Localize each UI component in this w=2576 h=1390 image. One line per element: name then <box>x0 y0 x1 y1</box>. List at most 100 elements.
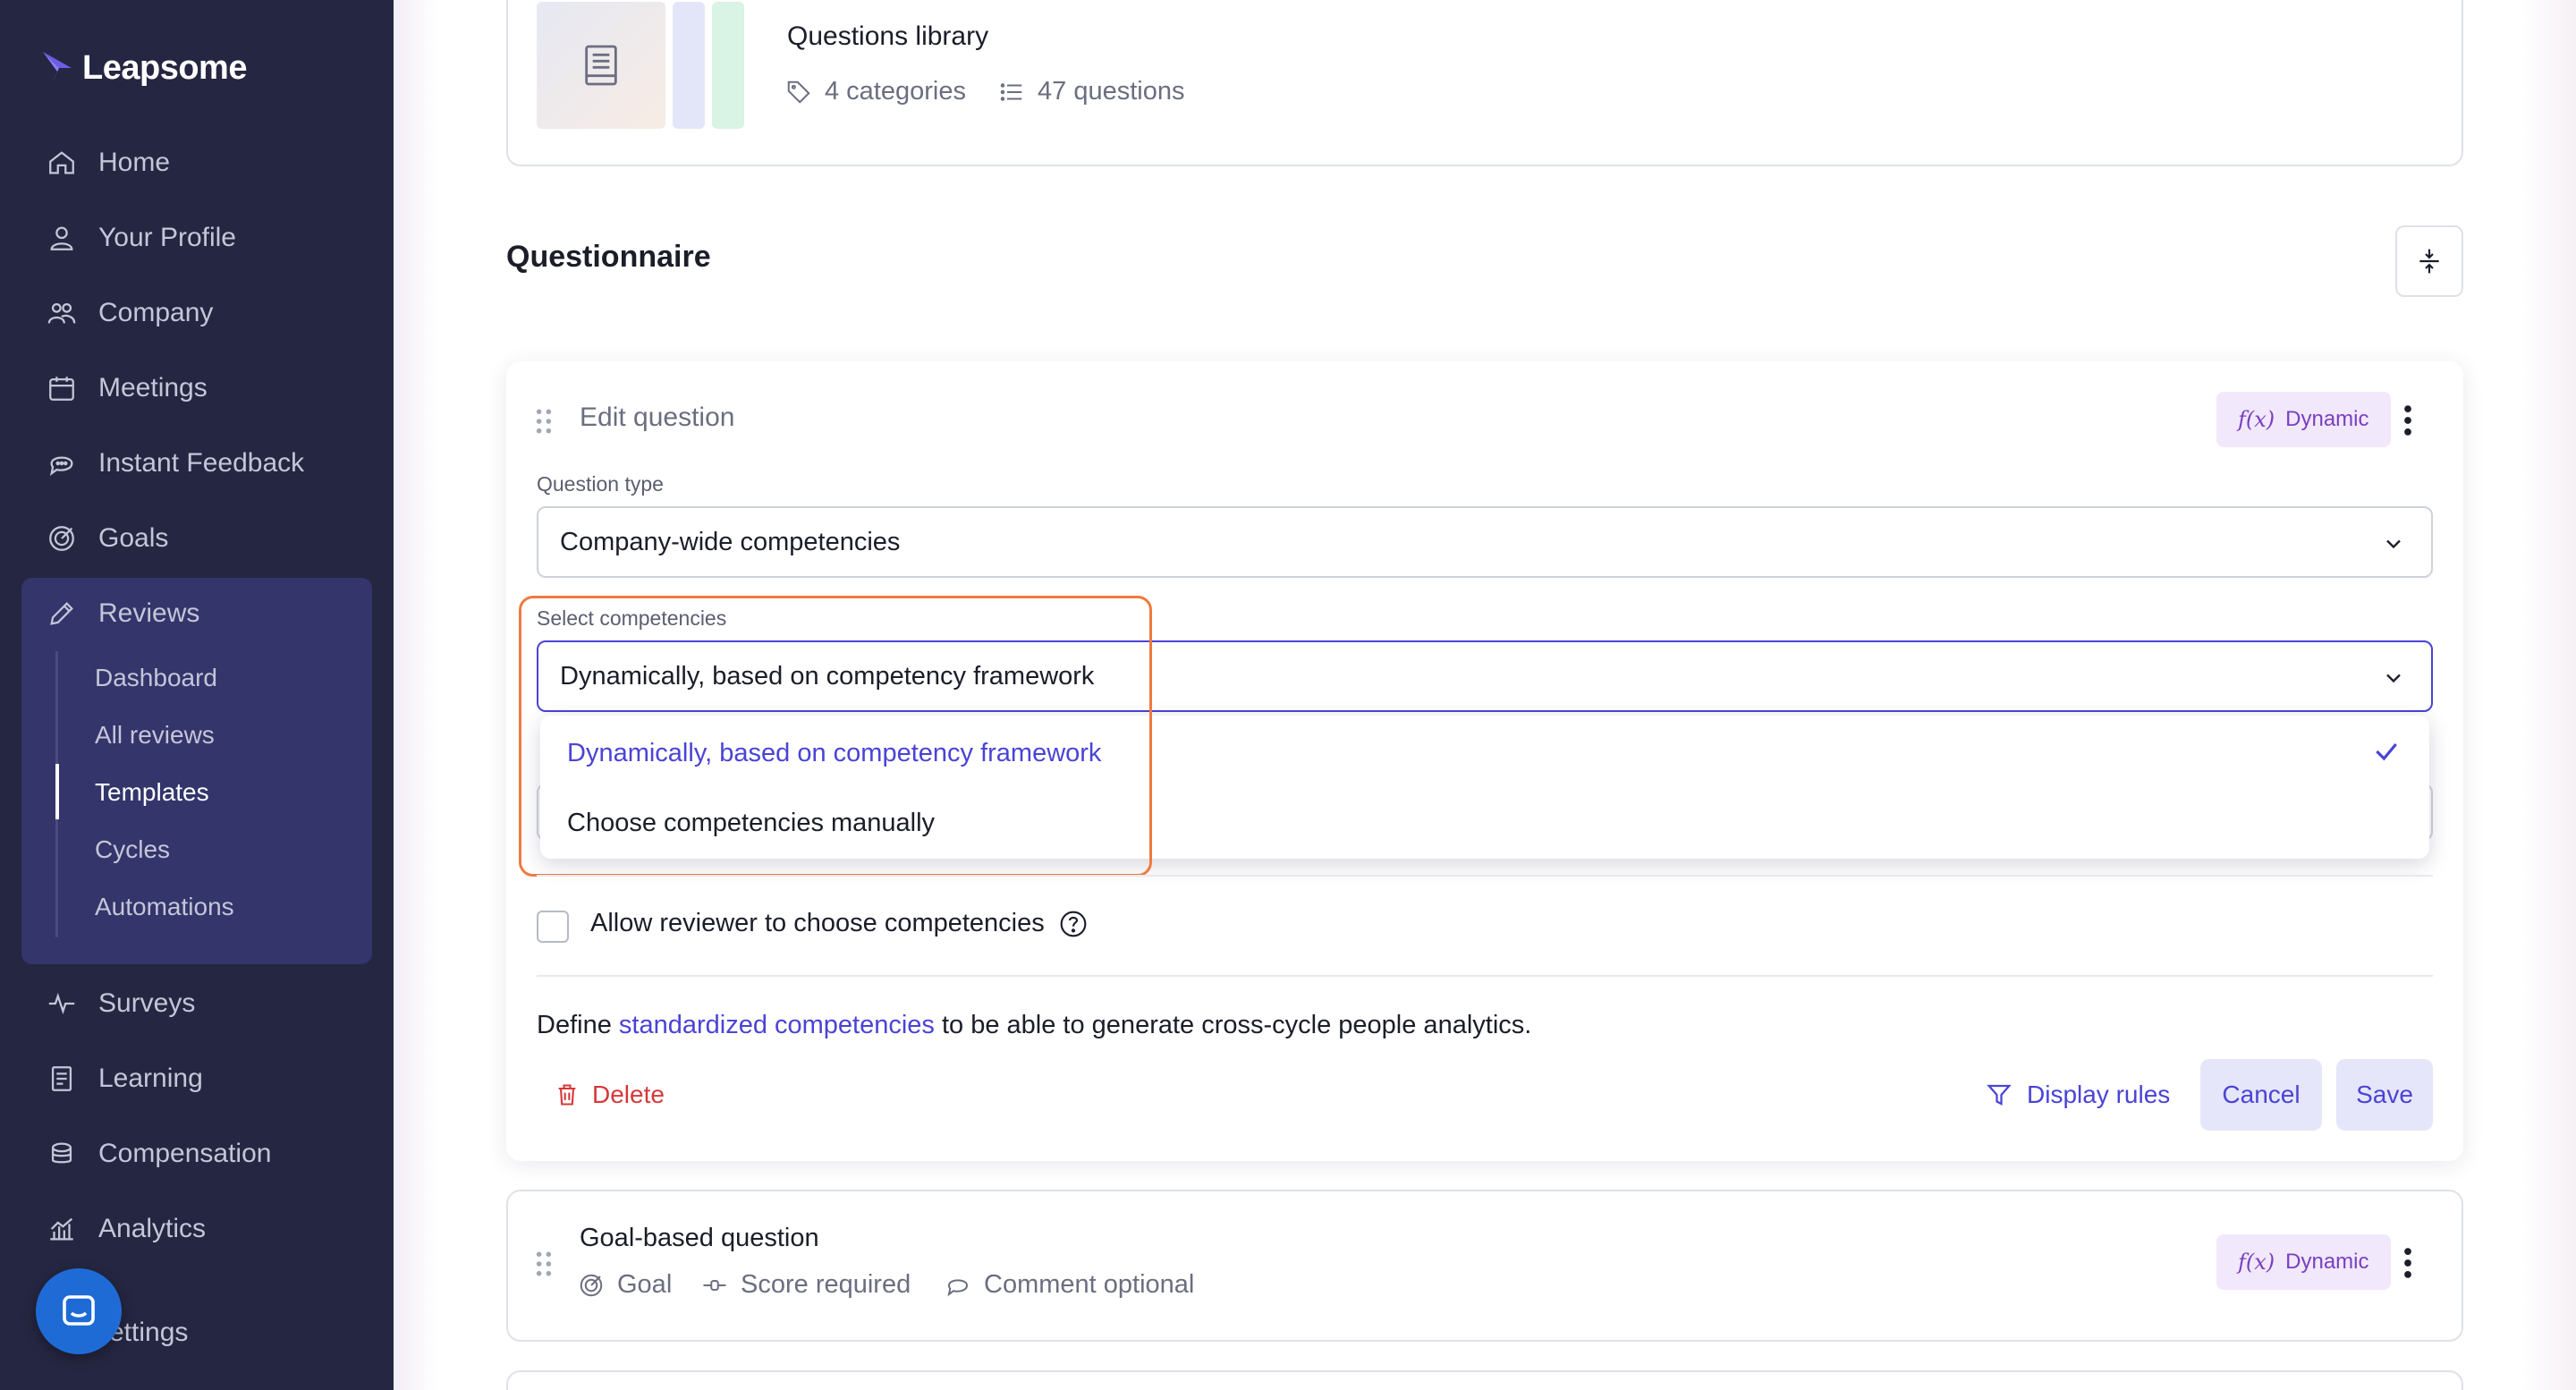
user-icon <box>50 226 73 250</box>
subitem-label: Cycles <box>95 835 171 863</box>
subitem-label: Automations <box>95 893 234 920</box>
sidebar-item-instant-feedback[interactable]: Instant Feedback <box>47 438 304 488</box>
comment-meta: Comment optional <box>945 1270 1194 1300</box>
app-name: Leapsome <box>82 48 247 87</box>
standardized-competencies-link[interactable]: standardized competencies <box>619 1011 935 1039</box>
leapsome-logo[interactable]: Leapsome <box>39 43 247 93</box>
check-icon <box>2376 742 2397 761</box>
subitem-label: All reviews <box>95 721 215 749</box>
sidebar-item-learning[interactable]: Learning <box>47 1054 203 1104</box>
chart-icon <box>50 1217 73 1241</box>
save-button[interactable]: Save <box>2336 1059 2433 1131</box>
sidebar-item-label: Reviews <box>98 598 200 628</box>
subnav-active-indicator <box>55 764 59 819</box>
annotation-highlight <box>519 596 1152 877</box>
library-categories: 4 categories <box>785 77 966 106</box>
define-prefix: Define <box>537 1011 619 1039</box>
library-thumbnail <box>537 2 665 129</box>
coins-icon <box>51 1142 72 1164</box>
sidebar-item-home[interactable]: Home <box>47 138 170 188</box>
comment-icon <box>947 1278 969 1296</box>
goal-question-card[interactable] <box>506 1190 2463 1342</box>
home-icon <box>49 151 74 174</box>
allow-reviewer-label: Allow reviewer to choose competencies <box>590 909 1088 938</box>
questions-count: 47 questions <box>1038 77 1185 106</box>
sidebar-item-label: Home <box>98 148 171 177</box>
chat-bubble-icon <box>63 1295 95 1326</box>
sidebar-item-your-profile[interactable]: Your Profile <box>47 213 236 263</box>
divider <box>537 975 2433 977</box>
book-icon <box>51 1066 72 1091</box>
sidebar-subitem-automations[interactable]: Automations <box>95 885 234 929</box>
library-thumbnail-stack <box>673 2 705 129</box>
delete-button[interactable]: Delete <box>555 1077 665 1113</box>
chevron-down-icon <box>2386 674 2401 683</box>
support-chat-button[interactable] <box>36 1268 122 1354</box>
next-question-card[interactable] <box>506 1370 2463 1390</box>
book-icon <box>585 45 617 86</box>
target-icon <box>580 1274 603 1296</box>
more-options-icon[interactable] <box>2402 404 2413 436</box>
sidebar-item-label: Learning <box>98 1064 203 1093</box>
edit-question-title: Edit question <box>580 403 735 432</box>
filter-icon <box>1987 1084 2012 1106</box>
sidebar-item-label: Analytics <box>98 1214 207 1243</box>
sidebar-item-label: Goals <box>98 523 169 553</box>
trash-icon <box>558 1084 576 1106</box>
allow-reviewer-checkbox[interactable] <box>537 911 569 943</box>
list-icon <box>1000 82 1022 101</box>
dynamic-badge[interactable]: f(x) Dynamic <box>2216 1234 2391 1290</box>
define-suffix: to be able to generate cross-cycle peopl… <box>934 1011 1532 1039</box>
comment-label: Comment optional <box>984 1270 1195 1299</box>
dynamic-badge[interactable]: f(x) Dynamic <box>2216 392 2391 447</box>
pulse-icon <box>48 992 75 1015</box>
score-label: Score required <box>741 1270 911 1299</box>
calendar-icon <box>49 377 74 401</box>
library-questions: 47 questions <box>998 77 1184 106</box>
question-type-label: Question type <box>537 472 664 496</box>
sidebar-item-surveys[interactable]: Surveys <box>47 979 195 1029</box>
drag-handle-icon[interactable] <box>534 1250 554 1277</box>
define-competencies-text: Define standardized competencies to be a… <box>537 1011 1531 1040</box>
people-icon <box>47 302 76 324</box>
display-rules-label: Display rules <box>2027 1081 2171 1108</box>
library-thumbnail-stack <box>712 2 744 129</box>
sidebar-item-label: Surveys <box>98 988 196 1018</box>
sidebar-subitem-cycles[interactable]: Cycles <box>95 827 170 872</box>
subitem-label: Templates <box>95 778 209 806</box>
display-rules-button[interactable]: Display rules <box>1986 1077 2170 1113</box>
score-meta: Score required <box>701 1270 911 1300</box>
sidebar-item-meetings[interactable]: Meetings <box>47 363 208 413</box>
expand-vertical-icon <box>2419 249 2439 274</box>
sidebar-item-label: ettings <box>109 1318 189 1347</box>
sidebar: Leapsome Home Your Profile Company Meeti… <box>0 0 394 1390</box>
badge-label: Dynamic <box>2285 407 2369 431</box>
sidebar-item-goals[interactable]: Goals <box>47 513 168 564</box>
sidebar-subitem-all-reviews[interactable]: All reviews <box>95 713 215 758</box>
allow-reviewer-text: Allow reviewer to choose competencies <box>590 909 1045 937</box>
sidebar-item-label: Meetings <box>98 373 208 403</box>
collapse-expand-button[interactable] <box>2395 225 2463 297</box>
badge-label: Dynamic <box>2285 1250 2369 1274</box>
question-type-value: Company-wide competencies <box>560 527 901 556</box>
chevron-down-icon <box>2386 539 2401 549</box>
sidebar-item-reviews[interactable]: Reviews <box>47 589 199 639</box>
leapsome-bird-icon <box>43 52 72 84</box>
sidebar-item-company[interactable]: Company <box>47 288 213 338</box>
cancel-button[interactable]: Cancel <box>2200 1059 2322 1131</box>
sidebar-item-label: Instant Feedback <box>98 448 305 478</box>
drag-handle-icon[interactable] <box>534 408 554 435</box>
sidebar-item-analytics[interactable]: Analytics <box>47 1204 206 1254</box>
goal-question-title: Goal-based question <box>580 1224 819 1252</box>
help-icon[interactable] <box>1059 910 1088 938</box>
sidebar-item-label: Company <box>98 298 214 327</box>
question-type-select[interactable]: Company-wide competencies <box>537 506 2433 578</box>
chat-icon <box>49 456 73 477</box>
more-options-icon[interactable] <box>2402 1247 2413 1279</box>
library-title: Questions library <box>787 21 989 51</box>
sidebar-subitem-templates[interactable]: Templates <box>95 770 209 815</box>
sidebar-item-compensation[interactable]: Compensation <box>47 1129 271 1179</box>
sidebar-subitem-dashboard[interactable]: Dashboard <box>95 656 217 700</box>
sidebar-item-label: Compensation <box>98 1139 272 1168</box>
sidebar-item-label: Your Profile <box>98 223 236 252</box>
